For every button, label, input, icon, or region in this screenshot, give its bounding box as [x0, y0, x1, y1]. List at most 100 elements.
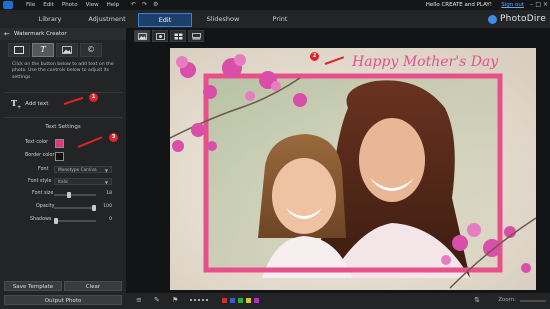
- color-label-dot[interactable]: [230, 298, 235, 303]
- annotation-marker-3: 3: [109, 133, 118, 142]
- undo-icon[interactable]: ↶: [131, 1, 136, 9]
- annotation-marker-2: 2: [310, 52, 319, 61]
- rating-dot[interactable]: [202, 299, 204, 301]
- text-color-swatch[interactable]: [55, 139, 64, 148]
- sign-out-link[interactable]: Sign out: [501, 0, 524, 10]
- bottom-toolbar: ≡ ✎ ⚑ ⇅ Zoom:: [126, 293, 550, 309]
- rating-dot[interactable]: [194, 299, 196, 301]
- menu-edit[interactable]: Edit: [43, 0, 54, 10]
- menu-photo[interactable]: Photo: [62, 0, 78, 10]
- watermark-type-toolbar: T ©: [8, 43, 102, 57]
- add-text-label: Add text: [25, 101, 49, 107]
- photo-preview[interactable]: Happy Mother's Day: [170, 48, 536, 290]
- tab-adjustment[interactable]: Adjustment: [82, 10, 132, 28]
- text-icon: T: [40, 45, 46, 54]
- back-arrow-icon[interactable]: ←: [4, 28, 10, 40]
- border-color-label: Border color: [25, 153, 55, 158]
- font-value: Monotype Corsiva: [58, 168, 97, 173]
- tab-edit[interactable]: Edit: [138, 13, 192, 27]
- tab-library[interactable]: Library: [30, 10, 70, 28]
- image-tool-button[interactable]: [56, 43, 78, 57]
- copyright-icon: ©: [87, 45, 95, 54]
- save-template-button[interactable]: Save Template: [4, 281, 62, 291]
- font-dropdown[interactable]: Monotype Corsiva ▼: [54, 166, 112, 173]
- panel-title: Watermark Creator: [14, 31, 67, 37]
- panel-instructions: Click on the button below to add text on…: [12, 62, 114, 80]
- grid-view-icon: [174, 33, 182, 39]
- brand-name: PhotoDire: [500, 14, 546, 24]
- filmstrip-view-icon: [191, 32, 201, 39]
- maximize-icon[interactable]: □: [535, 0, 541, 10]
- font-label: Font: [38, 167, 49, 172]
- font-style-label: Font style: [28, 179, 52, 184]
- copyright-tool-button[interactable]: ©: [80, 43, 102, 57]
- divider: [4, 117, 122, 118]
- color-label-dot[interactable]: [254, 298, 259, 303]
- module-nav: Library Adjustment Edit Slideshow Print …: [0, 10, 550, 28]
- rating-dots[interactable]: [190, 299, 208, 301]
- opacity-value: 100: [103, 204, 112, 209]
- brand-logo: PhotoDire: [488, 12, 546, 26]
- image-icon: [62, 46, 72, 54]
- color-label-dot[interactable]: [246, 298, 251, 303]
- menu-view[interactable]: View: [86, 0, 99, 10]
- text-settings-title: Text Settings: [45, 124, 81, 130]
- compare-view-button[interactable]: [152, 30, 168, 42]
- rating-dot[interactable]: [206, 299, 208, 301]
- opacity-slider-track[interactable]: [54, 207, 96, 209]
- single-view-icon: [137, 32, 147, 40]
- rating-dot[interactable]: [198, 299, 200, 301]
- watermark-text[interactable]: Happy Mother's Day: [352, 54, 498, 70]
- settings-icon[interactable]: ⚙: [153, 1, 158, 9]
- view-toolbar: [134, 30, 204, 42]
- chevron-down-icon: ▼: [104, 168, 108, 173]
- zoom-label: Zoom:: [498, 297, 516, 303]
- add-text-button[interactable]: T+ Add text: [11, 97, 61, 111]
- font-style-dropdown[interactable]: Italic ▼: [54, 178, 112, 185]
- minimize-icon[interactable]: –: [530, 0, 533, 10]
- rectangle-icon: [14, 46, 24, 54]
- chevron-down-icon: ▼: [104, 180, 108, 185]
- shadows-value: 0: [109, 217, 112, 222]
- brand-logo-icon: [488, 14, 498, 24]
- shadows-slider-track[interactable]: [54, 220, 96, 222]
- menu-help[interactable]: Help: [107, 0, 120, 10]
- add-text-icon: T+: [11, 97, 22, 111]
- tab-print[interactable]: Print: [262, 10, 298, 28]
- text-color-label: Text color: [25, 140, 49, 145]
- greeting-text: Hello CREATE and PLAY!: [425, 2, 492, 8]
- output-photo-button[interactable]: Output Photo: [4, 295, 122, 305]
- opacity-slider-handle[interactable]: [92, 205, 96, 211]
- grid-view-button[interactable]: [170, 30, 186, 42]
- font-size-label: Font size: [32, 191, 54, 196]
- font-size-slider-track[interactable]: [54, 194, 96, 196]
- color-label-dot[interactable]: [238, 298, 243, 303]
- filmstrip-view-button[interactable]: [188, 30, 204, 42]
- sort-icon[interactable]: ⇅: [474, 296, 480, 304]
- brush-icon[interactable]: ✎: [154, 296, 160, 304]
- color-label-dot[interactable]: [222, 298, 227, 303]
- border-color-swatch[interactable]: [55, 152, 64, 161]
- rating-dot[interactable]: [190, 299, 192, 301]
- font-size-value: 18: [106, 191, 112, 196]
- opacity-label: Opacity: [36, 204, 55, 209]
- flag-icon[interactable]: ⚑: [172, 296, 178, 304]
- shape-tool-button[interactable]: [8, 43, 30, 57]
- title-bar: File Edit Photo View Help ↶ ↷ ⚙ Hello CR…: [0, 0, 550, 10]
- menu-file[interactable]: File: [26, 0, 35, 10]
- clear-button[interactable]: Clear: [64, 281, 122, 291]
- single-view-button[interactable]: [134, 30, 150, 42]
- menu-bar: File Edit Photo View Help: [26, 0, 119, 10]
- color-label-picker[interactable]: [222, 298, 259, 303]
- text-tool-button[interactable]: T: [32, 43, 54, 57]
- redo-icon[interactable]: ↷: [142, 1, 147, 9]
- list-icon[interactable]: ≡: [136, 296, 142, 304]
- tab-slideshow[interactable]: Slideshow: [200, 10, 246, 28]
- compare-view-icon: [155, 32, 165, 40]
- shadows-slider-handle[interactable]: [54, 218, 58, 224]
- app-icon: [3, 1, 13, 9]
- shadows-label: Shadows: [30, 217, 52, 222]
- font-size-slider-handle[interactable]: [67, 192, 72, 198]
- zoom-slider[interactable]: [520, 300, 546, 302]
- close-icon[interactable]: ×: [543, 0, 548, 10]
